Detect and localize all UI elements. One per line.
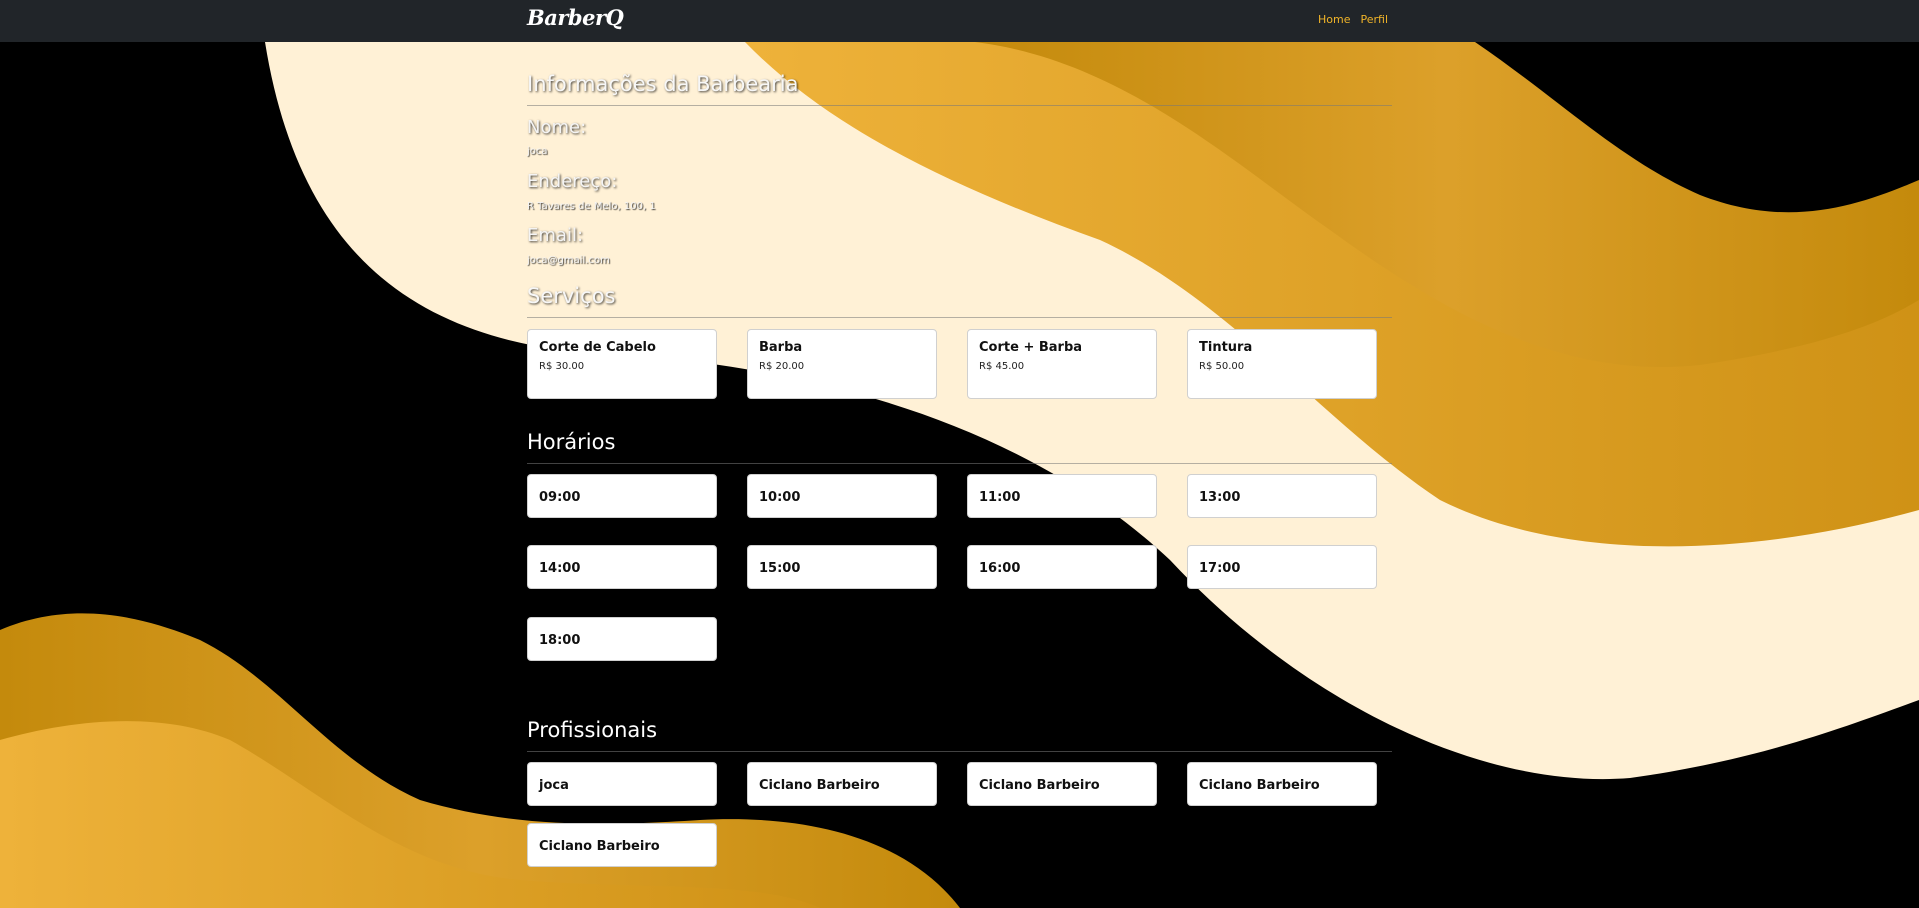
time-slot[interactable]: 13:00 <box>1187 474 1377 518</box>
navbar: BarberQ Home Perfil <box>0 0 1919 42</box>
professional-card[interactable]: joca <box>527 762 717 806</box>
service-card[interactable]: Tintura R$ 50.00 <box>1187 329 1377 399</box>
email-value: joca@gmail.com <box>527 255 610 266</box>
info-title: Informações da Barbearia <box>527 72 799 96</box>
brand-logo[interactable]: BarberQ <box>527 5 624 30</box>
professional-card[interactable]: Ciclano Barbeiro <box>527 823 717 867</box>
professional-name: Ciclano Barbeiro <box>759 778 880 793</box>
time-slot-label: 11:00 <box>979 490 1021 505</box>
service-card[interactable]: Corte de Cabelo R$ 30.00 <box>527 329 717 399</box>
time-slot-label: 17:00 <box>1199 561 1241 576</box>
email-label: Email: <box>527 225 584 246</box>
service-name: Corte + Barba <box>979 340 1083 355</box>
time-slot[interactable]: 14:00 <box>527 545 717 589</box>
professional-name: Ciclano Barbeiro <box>539 839 660 854</box>
servicos-divider <box>527 317 1392 318</box>
nome-value: joca <box>527 146 548 157</box>
service-price: R$ 50.00 <box>1199 361 1245 372</box>
info-divider <box>527 105 1392 106</box>
servicos-title: Serviços <box>527 284 616 308</box>
nome-label: Nome: <box>527 117 587 138</box>
service-price: R$ 20.00 <box>759 361 805 372</box>
time-slot[interactable]: 18:00 <box>527 617 717 661</box>
horarios-divider <box>527 463 1392 464</box>
time-slot[interactable]: 11:00 <box>967 474 1157 518</box>
time-slot[interactable]: 17:00 <box>1187 545 1377 589</box>
professional-card[interactable]: Ciclano Barbeiro <box>967 762 1157 806</box>
time-slot[interactable]: 10:00 <box>747 474 937 518</box>
time-slot-label: 09:00 <box>539 490 581 505</box>
time-slot-label: 14:00 <box>539 561 581 576</box>
service-name: Barba <box>759 340 803 355</box>
service-name: Tintura <box>1199 340 1253 355</box>
time-slot-label: 18:00 <box>539 633 581 648</box>
profissionais-title: Profissionais <box>527 718 658 742</box>
background-waves <box>0 0 1919 908</box>
time-slot[interactable]: 15:00 <box>747 545 937 589</box>
nav-links: Home Perfil <box>1318 13 1388 26</box>
professional-name: Ciclano Barbeiro <box>1199 778 1320 793</box>
horarios-title: Horários <box>527 430 616 454</box>
nav-link-home[interactable]: Home <box>1318 13 1350 26</box>
endereco-value: R Tavares de Melo, 100, 1 <box>527 201 656 212</box>
nav-link-perfil[interactable]: Perfil <box>1360 13 1388 26</box>
profissionais-divider <box>527 751 1392 752</box>
professional-name: Ciclano Barbeiro <box>979 778 1100 793</box>
service-price: R$ 30.00 <box>539 361 585 372</box>
service-card[interactable]: Barba R$ 20.00 <box>747 329 937 399</box>
service-price: R$ 45.00 <box>979 361 1025 372</box>
professional-name: joca <box>539 778 569 793</box>
professional-card[interactable]: Ciclano Barbeiro <box>747 762 937 806</box>
time-slot-label: 15:00 <box>759 561 801 576</box>
time-slot-label: 13:00 <box>1199 490 1241 505</box>
time-slot[interactable]: 16:00 <box>967 545 1157 589</box>
professional-card[interactable]: Ciclano Barbeiro <box>1187 762 1377 806</box>
time-slot[interactable]: 09:00 <box>527 474 717 518</box>
service-name: Corte de Cabelo <box>539 340 656 355</box>
endereco-label: Endereço: <box>527 171 618 192</box>
time-slot-label: 16:00 <box>979 561 1021 576</box>
service-card[interactable]: Corte + Barba R$ 45.00 <box>967 329 1157 399</box>
time-slot-label: 10:00 <box>759 490 801 505</box>
